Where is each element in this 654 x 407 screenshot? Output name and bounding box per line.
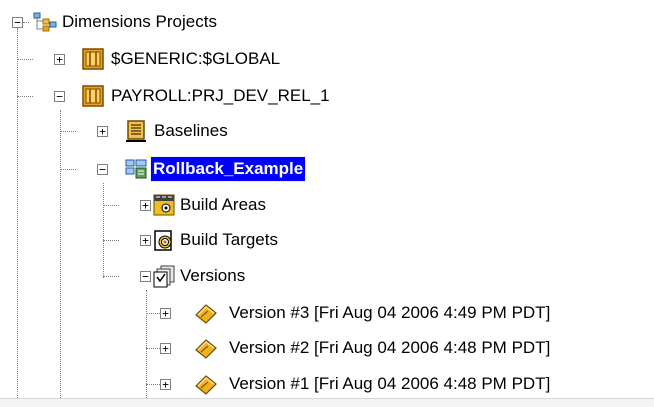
- project-icon: [81, 84, 105, 108]
- tree-connector: [23, 22, 29, 23]
- tree-connector: [60, 169, 76, 170]
- tree-connector: [60, 110, 61, 406]
- projects-folder-icon: [33, 10, 57, 34]
- project-icon: [81, 47, 105, 71]
- collapse-toggle[interactable]: −: [54, 91, 65, 102]
- expand-toggle[interactable]: +: [140, 235, 151, 246]
- tree-connector: [17, 28, 18, 406]
- expand-toggle[interactable]: +: [140, 200, 151, 211]
- tree-item-versions[interactable]: Versions: [178, 264, 247, 288]
- collapse-toggle[interactable]: −: [12, 17, 23, 28]
- expand-toggle[interactable]: +: [160, 308, 171, 319]
- project-tree: − Dimensions Projects + $GENERIC:$GLOBAL…: [0, 0, 654, 407]
- build-targets-icon: [152, 228, 176, 252]
- tree-item-baselines[interactable]: Baselines: [152, 119, 230, 143]
- collapse-toggle[interactable]: −: [140, 271, 151, 282]
- tree-connector: [103, 240, 119, 241]
- tree-item-version-1[interactable]: Version #1 [Fri Aug 04 2006 4:48 PM PDT]: [227, 372, 552, 396]
- collapse-toggle[interactable]: −: [97, 164, 108, 175]
- tree-item-payroll-project[interactable]: PAYROLL:PRJ_DEV_REL_1: [109, 84, 332, 108]
- tree-connector: [17, 96, 33, 97]
- expand-toggle[interactable]: +: [54, 54, 65, 65]
- expand-toggle[interactable]: +: [97, 126, 108, 137]
- tree-connector: [17, 59, 33, 60]
- tree-connector: [60, 131, 76, 132]
- version-icon: [194, 372, 218, 396]
- tree-connector: [103, 183, 104, 278]
- tree-item-build-targets[interactable]: Build Targets: [178, 228, 280, 252]
- version-icon: [194, 336, 218, 360]
- expand-toggle[interactable]: +: [160, 343, 171, 354]
- version-icon: [194, 301, 218, 325]
- tree-item-generic-global[interactable]: $GENERIC:$GLOBAL: [109, 47, 282, 71]
- tree-item-version-3[interactable]: Version #3 [Fri Aug 04 2006 4:49 PM PDT]: [227, 301, 552, 325]
- tree-item-version-2[interactable]: Version #2 [Fri Aug 04 2006 4:48 PM PDT]: [227, 336, 552, 360]
- baselines-icon: [124, 119, 148, 143]
- expand-toggle[interactable]: +: [160, 379, 171, 390]
- tree-connector: [103, 276, 119, 277]
- tree-item-rollback-example[interactable]: Rollback_Example: [149, 156, 307, 182]
- stream-icon: [124, 157, 148, 181]
- tree-item-build-areas[interactable]: Build Areas: [178, 193, 268, 217]
- tree-connector: [103, 205, 119, 206]
- tree-item-dimensions-projects[interactable]: Dimensions Projects: [60, 10, 219, 34]
- versions-icon: [152, 264, 176, 288]
- build-areas-icon: [152, 193, 176, 217]
